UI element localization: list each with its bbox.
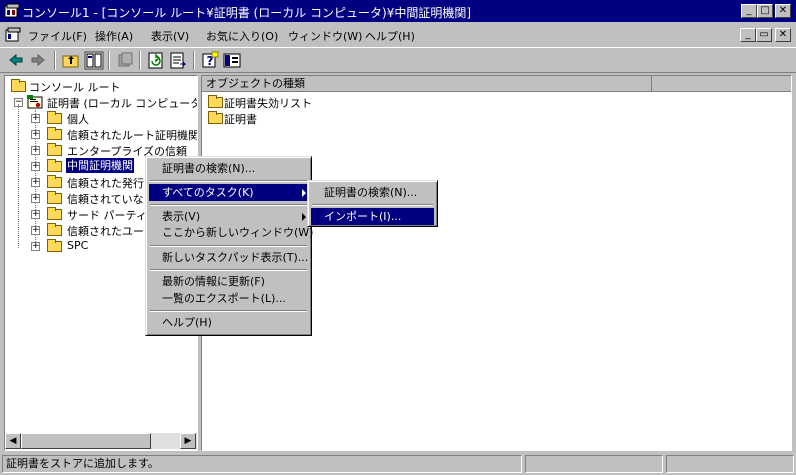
menu-item-new-taskpad[interactable]: 新しいタスクパッド表示(T)... — [149, 249, 308, 266]
menu-view[interactable]: 表示(V) — [151, 28, 189, 44]
folder-icon — [47, 159, 62, 172]
show-hide-tree-icon[interactable] — [84, 51, 104, 70]
menu-item-view[interactable]: 表示(V) — [149, 208, 308, 225]
expand-icon[interactable]: + — [31, 194, 40, 203]
menu-window[interactable]: ウィンドウ(W) — [288, 28, 362, 44]
menu-separator — [150, 204, 307, 206]
folder-icon — [47, 127, 62, 140]
folder-icon — [47, 143, 62, 156]
tree-label: 信頼されたルート証明機関 — [67, 129, 198, 142]
tree-label: 信頼されたユー — [67, 225, 144, 238]
maximize-button[interactable]: □ — [757, 4, 773, 18]
status-panel-2 — [525, 455, 663, 473]
column-header-object-type[interactable]: オブジェクトの種類 — [202, 76, 652, 92]
menu-item-help[interactable]: ヘルプ(H) — [149, 314, 308, 331]
expand-icon[interactable]: + — [31, 226, 40, 235]
folder-icon — [47, 223, 62, 236]
menu-separator — [150, 245, 307, 247]
toolbar-separator — [139, 51, 141, 70]
menu-separator — [150, 310, 307, 312]
child-restore-button[interactable]: ▭ — [756, 28, 772, 42]
tree-label: サード パーティ — [67, 209, 147, 222]
submenu-arrow-icon — [302, 189, 306, 197]
folder-icon — [47, 191, 62, 204]
expand-icon[interactable]: + — [31, 162, 40, 171]
menu-item-find-certificates[interactable]: 証明書の検索(N)... — [149, 160, 308, 177]
certificate-store-icon — [27, 95, 43, 109]
scroll-thumb[interactable] — [21, 433, 151, 449]
toolbar: ? — [0, 47, 796, 73]
menu-favorites[interactable]: お気に入り(O) — [206, 28, 278, 44]
submenu-item-find-certificates[interactable]: 証明書の検索(N)... — [311, 184, 434, 201]
list-item-label: 証明書 — [224, 113, 257, 126]
tree-label: 個人 — [67, 113, 89, 126]
mmc-child-icon[interactable] — [5, 27, 21, 43]
toolbar-separator — [54, 51, 56, 70]
submenu-item-import[interactable]: インポート(I)... — [311, 208, 434, 225]
menu-item-refresh[interactable]: 最新の情報に更新(F) — [149, 273, 308, 290]
list-item-label: 証明書失効リスト — [224, 97, 312, 110]
scroll-right-button[interactable]: ▶ — [180, 433, 196, 449]
refresh-icon[interactable] — [146, 51, 166, 70]
menu-separator — [150, 180, 307, 182]
tree-label: 信頼されていな — [67, 193, 144, 206]
scroll-left-button[interactable]: ◀ — [5, 433, 21, 449]
status-bar: 証明書をストアに追加します。 — [0, 453, 796, 475]
menu-bar: ファイル(F) 操作(A) 表示(V) お気に入り(O) ウィンドウ(W) ヘル… — [0, 22, 796, 47]
menu-separator — [150, 269, 307, 271]
folder-icon — [208, 111, 223, 124]
menu-item-export-list[interactable]: 一覧のエクスポート(L)... — [149, 290, 308, 307]
menu-item-new-window[interactable]: ここから新しいウィンドウ(W) — [149, 224, 313, 241]
horizontal-scrollbar[interactable]: ◀ ▶ — [5, 433, 197, 449]
context-menu: 証明書の検索(N)... すべてのタスク(K) 表示(V) ここから新しいウィン… — [145, 156, 313, 336]
column-header-empty[interactable] — [652, 76, 791, 92]
expand-icon[interactable]: + — [31, 178, 40, 187]
toolbar-separator — [193, 51, 195, 70]
mmc-console-icon — [4, 3, 20, 18]
forward-arrow-icon[interactable] — [28, 51, 48, 70]
export-list-icon[interactable] — [168, 51, 188, 70]
expand-icon[interactable]: + — [31, 146, 40, 155]
status-text: 証明書をストアに追加します。 — [2, 455, 522, 473]
tree-label: コンソール ルート — [29, 81, 121, 94]
menu-item-label: すべてのタスク(K) — [162, 186, 254, 199]
menu-item-all-tasks[interactable]: すべてのタスク(K) — [149, 184, 308, 201]
window-title: コンソール1 - [コンソール ルート¥証明書 (ローカル コンピュータ)¥中間… — [22, 6, 472, 20]
tree-label: SPC — [67, 239, 89, 252]
tree-connector — [18, 104, 19, 248]
tree-label: 信頼された発行 — [67, 177, 144, 190]
folder-icon — [47, 111, 62, 124]
title-bar[interactable]: コンソール1 - [コンソール ルート¥証明書 (ローカル コンピュータ)¥中間… — [0, 0, 796, 22]
folder-icon — [47, 175, 62, 188]
help-icon[interactable]: ? — [200, 51, 220, 70]
submenu-arrow-icon — [302, 213, 306, 221]
back-arrow-icon[interactable] — [6, 51, 26, 70]
tree-label: 証明書 (ローカル コンピュータ) — [47, 97, 198, 110]
expand-icon[interactable]: + — [31, 114, 40, 123]
up-one-level-icon[interactable] — [61, 51, 81, 70]
menu-help[interactable]: ヘルプ(H) — [365, 28, 415, 44]
close-button[interactable]: ✕ — [775, 4, 791, 18]
menu-action[interactable]: 操作(A) — [95, 28, 133, 44]
child-close-button[interactable]: ✕ — [775, 28, 791, 42]
toolbar-separator — [108, 51, 110, 70]
expand-icon[interactable]: + — [31, 210, 40, 219]
folder-icon — [47, 239, 62, 252]
status-panel-3 — [666, 455, 794, 473]
menu-file[interactable]: ファイル(F) — [28, 28, 87, 44]
tree-label-selected: 中間証明機関 — [66, 158, 134, 173]
show-hide-action-pane-icon[interactable] — [222, 51, 242, 70]
menu-separator — [312, 204, 433, 206]
child-minimize-button[interactable]: _ — [740, 28, 756, 42]
delete-icon[interactable] — [115, 51, 135, 70]
folder-icon — [208, 95, 223, 108]
menu-item-label: 表示(V) — [162, 210, 201, 223]
all-tasks-submenu: 証明書の検索(N)... インポート(I)... — [307, 180, 438, 227]
expand-icon[interactable]: + — [31, 242, 40, 251]
folder-icon — [47, 207, 62, 220]
expand-icon[interactable]: + — [31, 130, 40, 139]
folder-icon — [11, 79, 26, 92]
minimize-button[interactable]: _ — [741, 4, 757, 18]
